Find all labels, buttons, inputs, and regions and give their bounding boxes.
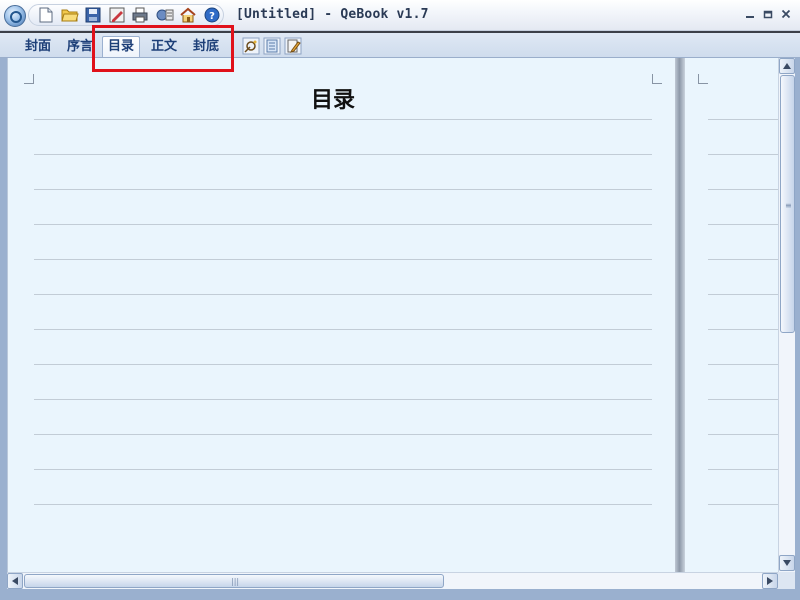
close-icon xyxy=(781,9,791,19)
ruled-line xyxy=(34,259,652,260)
page-divider xyxy=(675,58,685,572)
ruled-line xyxy=(34,504,652,505)
new-icon[interactable] xyxy=(35,5,57,25)
print-icon[interactable] xyxy=(130,5,152,25)
ruled-line xyxy=(34,434,652,435)
save-as-icon[interactable] xyxy=(106,5,128,25)
minimize-icon xyxy=(746,16,754,18)
document-workspace: 目录 ≡ ||| xyxy=(0,58,800,600)
ruled-line xyxy=(34,364,652,365)
window-title: [Untitled] - QeBook v1.7 xyxy=(236,7,429,22)
ruled-line xyxy=(34,189,652,190)
tab-preface[interactable]: 序言 xyxy=(62,36,98,57)
ruled-line xyxy=(34,399,652,400)
ruled-line xyxy=(34,154,652,155)
section-tab-bar: 封面 序言 目录 正文 封底 xyxy=(0,31,800,58)
ruled-line xyxy=(708,469,778,470)
ruled-line xyxy=(34,119,652,120)
tab-cover[interactable]: 封面 xyxy=(20,36,56,57)
ruled-line xyxy=(708,364,778,365)
title-bar: ? [Untitled] - QeBook v1.7 xyxy=(0,0,800,31)
margin-mark xyxy=(698,74,708,84)
ruled-line xyxy=(708,294,778,295)
ruled-line xyxy=(708,119,778,120)
scroll-up-button[interactable] xyxy=(779,58,795,74)
page-title: 目录 xyxy=(310,88,355,113)
tab-back-cover[interactable]: 封底 xyxy=(188,36,224,57)
ruled-line xyxy=(708,189,778,190)
app-menu-button[interactable] xyxy=(4,5,26,27)
scroll-corner xyxy=(778,572,795,589)
quick-access-toolbar: ? xyxy=(28,4,224,26)
tab-contents[interactable]: 目录 xyxy=(102,36,141,57)
open-folder-icon[interactable] xyxy=(59,5,81,25)
ruled-line xyxy=(708,504,778,505)
vertical-scroll-thumb[interactable]: ≡ xyxy=(780,75,795,333)
save-icon[interactable] xyxy=(83,5,105,25)
ruled-line xyxy=(34,224,652,225)
tab-body[interactable]: 正文 xyxy=(146,36,182,57)
restore-icon xyxy=(763,10,773,19)
close-button[interactable] xyxy=(778,6,794,22)
home-icon[interactable] xyxy=(178,5,200,25)
scroll-down-button[interactable] xyxy=(779,555,795,571)
minimize-button[interactable] xyxy=(742,6,758,22)
horizontal-scroll-thumb[interactable]: ||| xyxy=(24,574,444,588)
ruled-line xyxy=(34,329,652,330)
arrow-up-icon xyxy=(783,63,791,69)
arrow-left-icon xyxy=(12,577,18,585)
settings-wand-icon[interactable] xyxy=(242,37,260,55)
ruled-line xyxy=(708,154,778,155)
scroll-right-button[interactable] xyxy=(762,573,778,589)
horizontal-scrollbar[interactable]: ||| xyxy=(7,572,778,589)
help-icon[interactable]: ? xyxy=(201,5,223,25)
next-page-preview xyxy=(685,58,778,572)
svg-text:?: ? xyxy=(209,11,215,22)
edit-doc-icon[interactable] xyxy=(284,37,302,55)
restore-button[interactable] xyxy=(760,6,776,22)
ruled-line xyxy=(708,399,778,400)
arrow-right-icon xyxy=(767,577,773,585)
ruled-line xyxy=(708,434,778,435)
ruled-line xyxy=(708,329,778,330)
vertical-scrollbar[interactable]: ≡ xyxy=(778,58,795,572)
compile-icon[interactable] xyxy=(154,5,176,25)
scroll-left-button[interactable] xyxy=(7,573,23,589)
ruled-line xyxy=(708,259,778,260)
contents-page[interactable]: 目录 xyxy=(7,58,675,572)
ruled-line xyxy=(708,224,778,225)
list-page-icon[interactable] xyxy=(263,37,281,55)
ruled-line xyxy=(34,294,652,295)
arrow-down-icon xyxy=(783,560,791,566)
ruled-line xyxy=(34,469,652,470)
